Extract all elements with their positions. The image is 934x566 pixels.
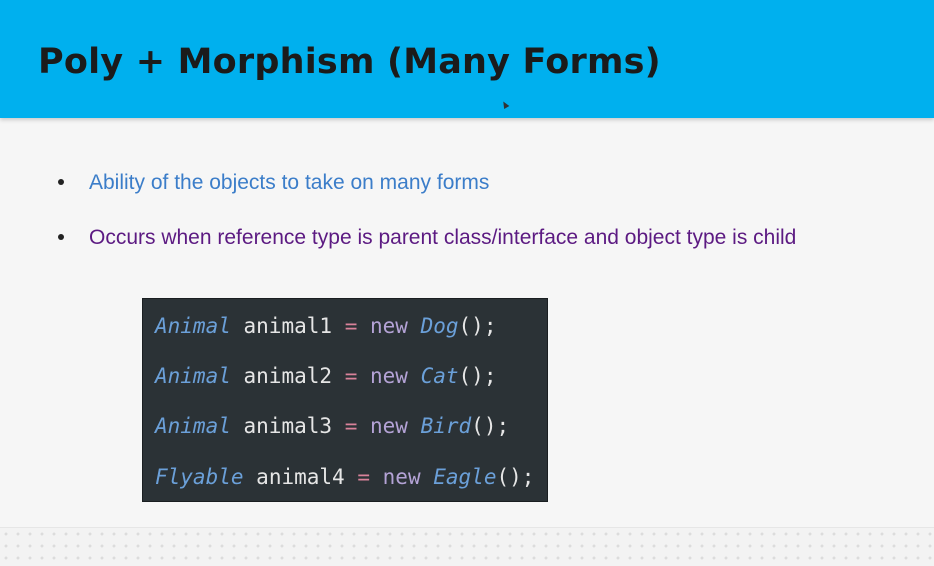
bullet-text: Occurs when reference type is parent cla… — [89, 226, 797, 249]
slide-title: Poly + Morphism (Many Forms) — [38, 42, 661, 82]
code-line: Flyable animal4 = new Eagle(); — [155, 462, 534, 492]
code-type: Flyable — [155, 465, 244, 489]
code-operator: = — [344, 314, 358, 338]
code-variable: animal2 — [243, 364, 333, 388]
code-block: Animal animal1 = new Dog(); Animal anima… — [142, 298, 548, 502]
code-class: Cat — [420, 364, 459, 388]
code-variable: animal3 — [243, 414, 333, 438]
code-variable: animal4 — [256, 465, 345, 489]
bullet-dot-icon — [58, 179, 64, 185]
code-type: Animal — [155, 414, 231, 438]
code-punctuation: (); — [496, 465, 535, 489]
slide-header: Poly + Morphism (Many Forms) — [0, 0, 934, 118]
code-type: Animal — [155, 314, 231, 338]
bullet-dot-icon — [58, 234, 64, 240]
code-type: Animal — [155, 364, 231, 388]
code-operator: = — [344, 364, 358, 388]
code-variable: animal1 — [243, 314, 333, 338]
code-class: Eagle — [433, 465, 497, 489]
code-line: Animal animal3 = new Bird(); — [155, 411, 509, 441]
code-operator: = — [344, 414, 358, 438]
code-keyword: new — [382, 465, 421, 489]
code-punctuation: (); — [458, 314, 497, 338]
code-keyword: new — [370, 414, 408, 438]
bullet-text: Ability of the objects to take on many f… — [89, 171, 490, 194]
code-keyword: new — [370, 364, 408, 388]
code-line: Animal animal2 = new Cat(); — [155, 361, 496, 391]
code-operator: = — [357, 465, 370, 489]
code-class: Dog — [420, 314, 459, 338]
code-punctuation: (); — [471, 414, 510, 438]
code-line: Animal animal1 = new Dog(); — [155, 311, 496, 341]
code-class: Bird — [420, 414, 472, 438]
code-keyword: new — [370, 314, 408, 338]
slide-footer-pattern — [0, 527, 934, 566]
code-punctuation: (); — [458, 364, 497, 388]
